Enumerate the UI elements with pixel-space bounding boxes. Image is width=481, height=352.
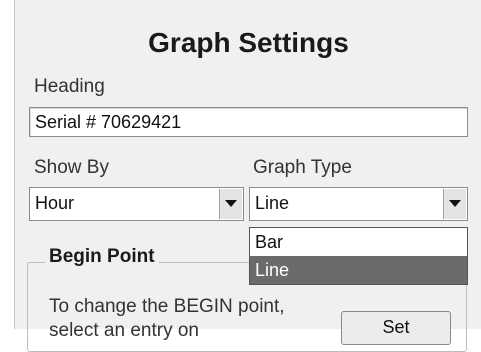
graph-type-dropdown-button[interactable] <box>443 189 466 219</box>
graph-type-option-line[interactable]: Line <box>250 256 467 284</box>
show-by-dropdown-button[interactable] <box>219 189 242 219</box>
graph-settings-window: Graph Settings Heading Serial # 70629421… <box>14 0 481 352</box>
chevron-down-icon <box>449 200 461 207</box>
graph-type-select[interactable]: Line <box>249 187 468 221</box>
begin-point-group-title: Begin Point <box>45 246 159 268</box>
show-by-value: Hour <box>35 193 75 213</box>
graph-type-option-bar[interactable]: Bar <box>250 228 467 256</box>
show-by-select[interactable]: Hour <box>29 187 244 221</box>
heading-label: Heading <box>34 76 105 97</box>
begin-point-help-text: To change the BEGIN point, select an ent… <box>49 296 285 341</box>
chevron-down-icon <box>225 200 237 207</box>
set-button[interactable]: Set <box>341 311 451 345</box>
show-by-label: Show By <box>34 157 109 178</box>
graph-type-value: Line <box>255 193 290 213</box>
graph-type-label: Graph Type <box>253 157 352 178</box>
graph-type-dropdown-list: Bar Line <box>249 227 468 285</box>
heading-input[interactable]: Serial # 70629421 <box>29 107 468 137</box>
dialog-title: Graph Settings <box>148 27 349 58</box>
